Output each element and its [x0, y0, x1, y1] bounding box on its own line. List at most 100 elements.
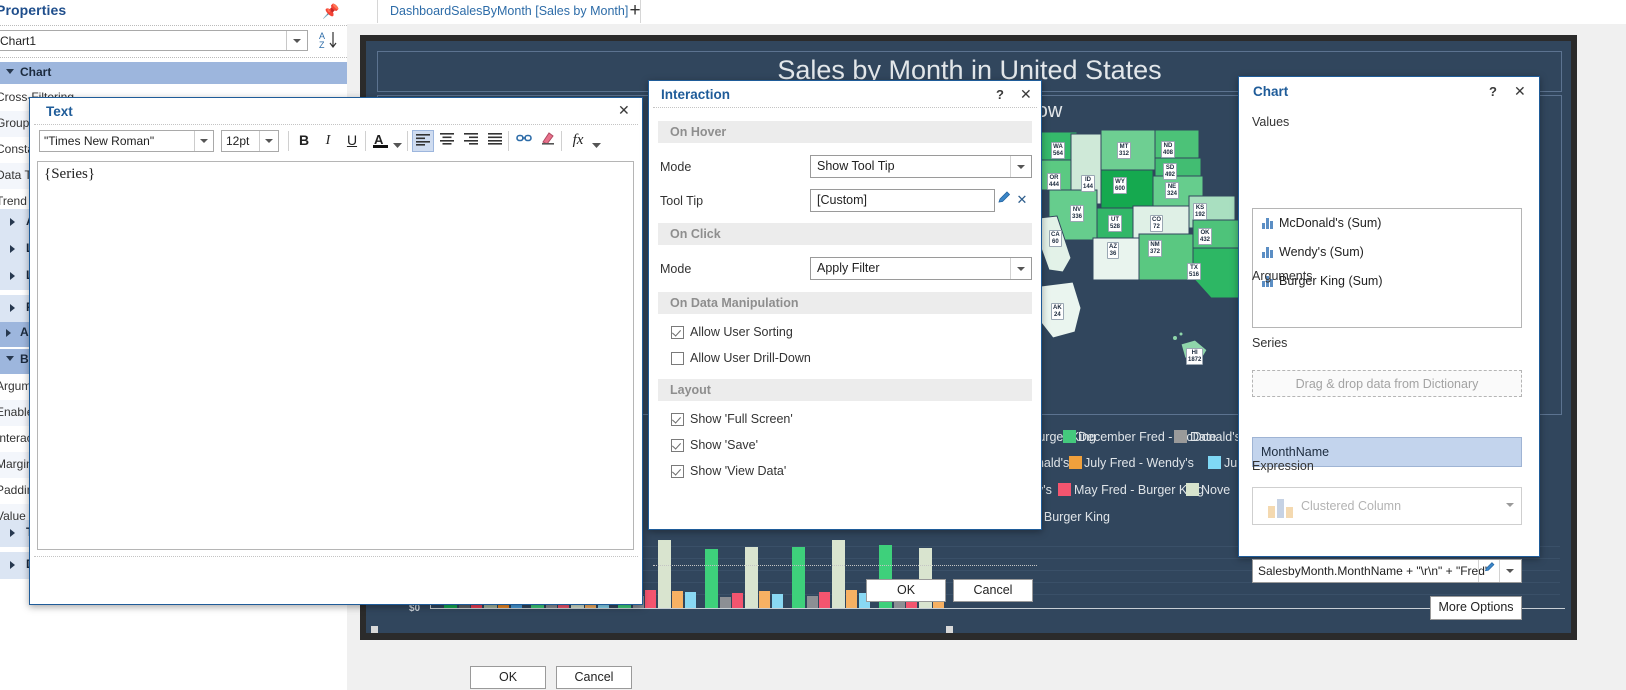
font-color-button[interactable]: A — [370, 130, 392, 152]
checkbox-allow-user-sorting[interactable] — [671, 326, 684, 339]
divider — [653, 565, 1037, 566]
close-icon[interactable]: ✕ — [1514, 83, 1526, 100]
chevron-down-icon[interactable] — [259, 131, 278, 151]
map-state-label[interactable]: SD 492 — [1163, 163, 1178, 180]
bar[interactable] — [806, 596, 818, 608]
cancel-button[interactable]: Cancel — [556, 666, 632, 689]
pin-icon[interactable]: 📌 — [322, 3, 339, 20]
align-center-icon[interactable] — [436, 130, 458, 152]
chevron-right-icon — [10, 245, 15, 253]
clear-formatting-icon[interactable] — [537, 130, 559, 152]
help-icon[interactable]: ? — [996, 87, 1004, 102]
chevron-down-icon[interactable] — [392, 134, 402, 156]
bar[interactable] — [819, 592, 830, 608]
bar[interactable] — [684, 592, 696, 608]
properties-panel-header: Properties 📌 — [0, 0, 347, 26]
font-family-select[interactable]: "Times New Roman" — [39, 130, 214, 152]
resize-handle-bottom-center[interactable] — [946, 626, 953, 633]
checkbox-allow-user-drill-down[interactable] — [671, 352, 684, 365]
italic-button[interactable]: I — [317, 130, 339, 152]
font-size-select[interactable]: 12pt — [221, 130, 279, 152]
checkbox-show-full-screen[interactable] — [671, 413, 684, 426]
bar[interactable] — [732, 593, 743, 608]
hyperlink-icon[interactable] — [513, 130, 535, 152]
align-right-icon[interactable] — [460, 130, 482, 152]
align-justify-icon[interactable] — [484, 130, 506, 152]
close-icon[interactable]: ✕ — [1020, 86, 1032, 103]
align-left-icon[interactable] — [412, 130, 434, 152]
bar-chart-icon — [1262, 247, 1273, 258]
map-state-label[interactable]: HI 1872 — [1186, 348, 1204, 365]
map-state-label[interactable]: TX 516 — [1187, 263, 1202, 280]
help-icon[interactable]: ? — [1489, 84, 1497, 99]
bar[interactable] — [645, 590, 656, 608]
map-state-label[interactable]: WY 600 — [1113, 177, 1128, 194]
map-state-label[interactable]: ID 144 — [1081, 175, 1096, 192]
hover-mode-select[interactable]: Show Tool Tip — [810, 155, 1032, 178]
usa-choropleth-map[interactable]: WA 564 OR 444 ID 144 MT 312 ND 408 SD 492 WY 600 NE 324… — [1035, 120, 1240, 380]
click-mode-select[interactable]: Apply Filter — [810, 257, 1032, 280]
chevron-down-icon[interactable] — [1010, 156, 1031, 177]
series-label: Series — [1252, 336, 1288, 350]
cancel-button[interactable]: Cancel — [953, 579, 1033, 602]
map-state-label[interactable]: OR 444 — [1047, 173, 1062, 190]
chevron-down-icon[interactable] — [194, 131, 213, 151]
ok-button[interactable]: OK — [470, 666, 546, 689]
value-item[interactable]: McDonald's (Sum) — [1279, 216, 1381, 230]
checkbox-show-save[interactable] — [671, 439, 684, 452]
page-title: Properties — [0, 2, 67, 18]
sort-az-icon[interactable]: AZ — [318, 30, 342, 51]
pencil-icon[interactable] — [995, 190, 1013, 211]
pencil-icon[interactable] — [1478, 560, 1499, 582]
resize-handle-bottom-left[interactable] — [371, 626, 378, 633]
map-state-label[interactable]: NM 372 — [1148, 240, 1163, 257]
add-tab-button[interactable]: + — [620, 1, 650, 23]
bar[interactable] — [831, 540, 845, 608]
chevron-down-icon[interactable] — [286, 31, 307, 50]
function-button[interactable]: fx — [567, 130, 589, 152]
chart-type-select[interactable]: Clustered Column — [1252, 487, 1522, 525]
bar[interactable] — [759, 591, 770, 608]
bar[interactable] — [846, 590, 857, 608]
chevron-down-icon[interactable] — [591, 134, 601, 156]
map-state-label[interactable]: OK 432 — [1198, 228, 1213, 245]
bar[interactable] — [657, 540, 671, 608]
map-state-label[interactable]: NV 336 — [1070, 205, 1085, 222]
text-editor[interactable]: {Series} — [37, 161, 634, 550]
bold-button[interactable]: B — [293, 130, 315, 152]
property-group-chart[interactable]: Chart — [0, 62, 347, 85]
more-options-button[interactable]: More Options — [1430, 596, 1522, 620]
clear-icon[interactable]: ✕ — [1014, 190, 1030, 211]
bar[interactable] — [792, 547, 805, 608]
checkbox-label: Show 'Save' — [690, 438, 759, 452]
bar[interactable] — [719, 597, 731, 608]
map-state-label[interactable]: ND 408 — [1161, 141, 1176, 158]
bar[interactable] — [672, 591, 683, 608]
bar[interactable] — [744, 547, 758, 608]
tab-dashboard-sales-by-month[interactable]: DashboardSalesByMonth [Sales by Month] — [377, 0, 642, 23]
map-state-label[interactable]: KS 192 — [1193, 203, 1208, 220]
bar[interactable] — [705, 549, 718, 608]
close-icon[interactable]: ✕ — [618, 102, 630, 119]
values-list[interactable]: McDonald's (Sum) Wendy's (Sum) Burger Ki… — [1252, 208, 1522, 328]
arguments-dropzone[interactable]: Drag & drop data from Dictionary — [1252, 370, 1522, 397]
value-item[interactable]: Wendy's (Sum) — [1279, 245, 1364, 259]
chevron-down-icon[interactable] — [1499, 560, 1521, 582]
map-state-label[interactable]: AZ 36 — [1107, 242, 1119, 259]
tooltip-field[interactable]: [Custom] — [810, 189, 995, 212]
map-state-label[interactable]: AK 24 — [1051, 303, 1064, 320]
ok-button[interactable]: OK — [866, 579, 946, 602]
chevron-down-icon[interactable] — [1010, 258, 1031, 279]
underline-button[interactable]: U — [341, 130, 363, 152]
checkbox-show-view-data[interactable] — [671, 465, 684, 478]
chevron-down-icon[interactable] — [1506, 503, 1514, 507]
map-state-label[interactable]: WA 564 — [1051, 142, 1066, 159]
bar[interactable] — [771, 594, 783, 608]
object-selector[interactable]: Chart1 — [0, 30, 308, 51]
map-state-label[interactable]: CO 72 — [1150, 215, 1163, 232]
map-state-label[interactable]: UT 528 — [1108, 215, 1123, 232]
map-state-label[interactable]: MT 312 — [1117, 142, 1132, 159]
map-state-label[interactable]: NE 324 — [1165, 182, 1180, 199]
expression-field[interactable]: SalesbyMonth.MonthName + "\r\n" + "Fred" — [1252, 559, 1522, 583]
map-state-label[interactable]: CA 60 — [1049, 230, 1062, 247]
